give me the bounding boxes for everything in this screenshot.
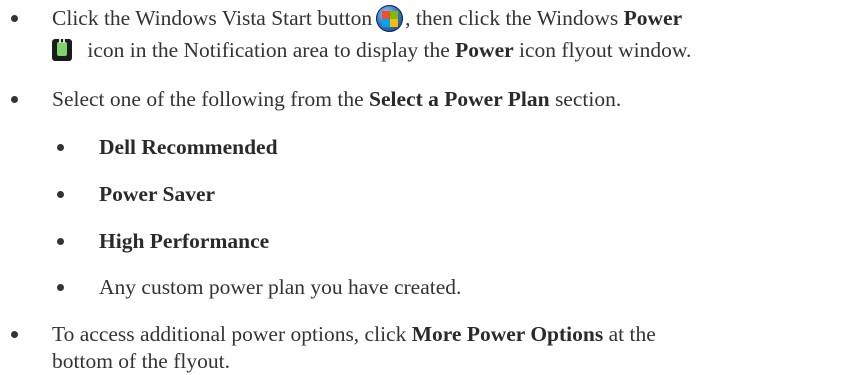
item-4-prefix: To access additional power options, clic… — [52, 322, 407, 346]
sub-bullet-2 — [57, 191, 64, 198]
sub-item-1-label: Dell Recommended — [99, 135, 278, 159]
sub-item-1: Dell Recommended — [99, 133, 278, 161]
sub-item-2-label: Power Saver — [99, 182, 216, 206]
sub-item-2: Power Saver — [99, 180, 215, 208]
item-1-bold-power-2: Power — [455, 38, 514, 62]
bullet-2 — [11, 96, 18, 103]
item-1-line-1: Click the Windows Vista Start button , th… — [52, 4, 682, 32]
item-1-line-2: icon in the Notification area to display… — [52, 36, 691, 64]
sub-item-4-label: Any custom power plan you have created. — [99, 275, 462, 299]
item-2-prefix: Select one of the following from the — [52, 87, 364, 111]
windows-start-icon — [376, 5, 404, 32]
sub-item-4: Any custom power plan you have created. — [99, 273, 461, 301]
sub-item-3-label: High Performance — [99, 229, 270, 253]
item-4-bold: More Power Options — [411, 322, 604, 346]
bullet-4 — [11, 331, 18, 338]
item-4-suffix: at the — [603, 322, 656, 346]
sub-bullet-4 — [57, 284, 64, 291]
bullet-1 — [11, 15, 18, 22]
item-2-bold: Select a Power Plan — [369, 87, 550, 111]
sub-bullet-1 — [57, 144, 64, 151]
sub-item-3: High Performance — [99, 227, 269, 255]
item-4-line2: bottom of the flyout. — [52, 349, 230, 373]
item-4-line-2: bottom of the flyout. — [52, 347, 230, 375]
item-1-line2-text: icon in the Notification area to display… — [82, 38, 450, 62]
power-icon — [52, 39, 72, 61]
item-1-bold-power: Power — [623, 6, 683, 30]
item-1-suffix: icon flyout window. — [513, 38, 692, 62]
item-2-suffix: section. — [549, 87, 622, 111]
sub-bullet-3 — [57, 238, 64, 245]
item-2-line: Select one of the following from the Sel… — [52, 85, 621, 113]
item-1-prefix: Click the Windows Vista Start button — [52, 6, 373, 30]
item-1-mid: , then click the Windows — [405, 6, 619, 30]
item-4-line-1: To access additional power options, clic… — [52, 320, 656, 348]
